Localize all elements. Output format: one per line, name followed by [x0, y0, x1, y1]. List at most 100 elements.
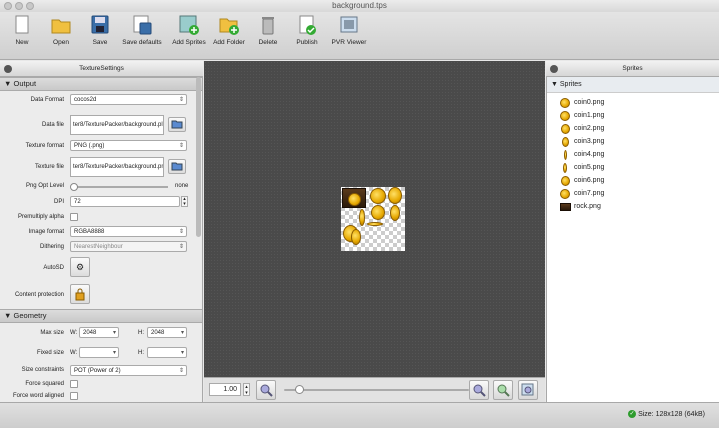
sprite-item[interactable]: coin4.png: [547, 148, 719, 161]
geometry-section-title: Geometry: [13, 311, 47, 320]
texture-settings-title: TextureSettings: [79, 65, 124, 72]
zoom-stepper[interactable]: ▴ ▾: [243, 383, 250, 396]
sprite-item[interactable]: coin5.png: [547, 161, 719, 174]
width-label: W:: [70, 330, 78, 336]
status-bar: ✓ Size: 128x128 (64kB): [0, 402, 719, 428]
open-folder-icon: [50, 15, 72, 35]
chevron-down-icon: ▾: [180, 330, 184, 336]
save-button[interactable]: Save: [85, 12, 115, 60]
disclosure-triangle-icon: ▼: [551, 81, 558, 88]
force-squared-checkbox[interactable]: [70, 380, 78, 388]
delete-label: Delete: [258, 39, 278, 46]
size-constraints-select[interactable]: POT (Power of 2) ⇕: [70, 365, 187, 376]
coin-icon: [560, 176, 570, 186]
panel-toggle-icon[interactable]: [550, 65, 558, 73]
max-width-value: 2048: [83, 330, 97, 336]
png-opt-label: Png Opt Level: [25, 183, 64, 189]
data-file-row: Data file ter8/TexturePacker/background.…: [0, 113, 202, 137]
rock-icon: [560, 203, 571, 211]
geometry-section-header[interactable]: ▼ Geometry: [0, 309, 202, 323]
sprite-item[interactable]: coin0.png: [547, 96, 719, 109]
image-format-select[interactable]: RGBA8888 ⇕: [70, 226, 187, 237]
texture-file-browse-button[interactable]: [168, 159, 186, 174]
content-protection-button[interactable]: [70, 284, 90, 304]
sprite-name: coin6.png: [574, 177, 605, 184]
delete-button[interactable]: Delete: [254, 12, 282, 60]
coin-icon: [561, 137, 569, 147]
sprite-list: coin0.png coin1.png coin2.png coin3.png coin…: [547, 93, 719, 213]
zoom-actual-icon: [521, 383, 534, 396]
trash-icon: [257, 15, 279, 35]
data-file-browse-button[interactable]: [168, 117, 186, 132]
sprite-item[interactable]: coin3.png: [547, 135, 719, 148]
add-folder-icon: [218, 15, 240, 35]
sprite-item[interactable]: coin2.png: [547, 122, 719, 135]
fixed-width-field[interactable]: ▾: [79, 347, 119, 358]
zoom-out-button[interactable]: [256, 380, 276, 400]
texture-file-field[interactable]: ter8/TexturePacker/background.png: [70, 157, 164, 177]
preview-canvas[interactable]: [204, 61, 545, 377]
png-opt-slider[interactable]: [70, 183, 168, 191]
force-word-aligned-row: Force word aligned: [0, 390, 202, 402]
data-file-field[interactable]: ter8/TexturePacker/background.plist: [70, 115, 164, 135]
data-format-select[interactable]: cocos2d ⇕: [70, 94, 187, 105]
force-word-aligned-checkbox[interactable]: [70, 392, 78, 400]
size-constraints-row: Size constraints POT (Power of 2) ⇕: [0, 363, 202, 378]
save-defaults-button[interactable]: Save defaults: [121, 12, 163, 60]
output-section-title: Output: [13, 79, 37, 88]
new-button[interactable]: New: [8, 12, 36, 60]
zoom-actual-button[interactable]: [518, 380, 538, 400]
coin-icon: [563, 163, 567, 173]
open-button[interactable]: Open: [46, 12, 76, 60]
dpi-value: 72: [74, 199, 81, 205]
max-height-field[interactable]: 2048 ▾: [147, 327, 187, 338]
coin-icon: [560, 111, 570, 121]
force-word-aligned-label: Force word aligned: [12, 393, 64, 399]
zoom-out-icon: [260, 384, 273, 397]
dpi-stepper[interactable]: ▴ ▾: [181, 196, 188, 207]
sprite-name: rock.png: [574, 203, 601, 210]
publish-button[interactable]: Publish: [293, 12, 321, 60]
premultiply-checkbox[interactable]: [70, 213, 78, 221]
dpi-field[interactable]: 72: [70, 196, 180, 207]
zoom-field[interactable]: 1.00: [209, 383, 241, 396]
pvr-viewer-button[interactable]: PVR Viewer: [330, 12, 368, 60]
sprites-root[interactable]: ▼ Sprites: [547, 77, 719, 93]
minimize-window-icon[interactable]: [15, 2, 23, 10]
add-folder-button[interactable]: Add Folder: [212, 12, 246, 60]
png-opt-value: none: [175, 183, 189, 189]
sprite-item[interactable]: coin6.png: [547, 174, 719, 187]
chevron-down-icon: ▾: [112, 350, 116, 356]
close-window-icon[interactable]: [4, 2, 12, 10]
zoom-in-button[interactable]: [469, 380, 489, 400]
chevron-updown-icon: ⇕: [178, 143, 184, 149]
autosd-button[interactable]: ⚙: [70, 257, 90, 277]
fixed-height-field[interactable]: ▾: [147, 347, 187, 358]
texture-format-select[interactable]: PNG (.png) ⇕: [70, 140, 187, 151]
zoom-window-icon[interactable]: [26, 2, 34, 10]
add-sprites-icon: [178, 15, 200, 35]
content-protection-row: Content protection: [0, 283, 202, 309]
dithering-value: NearestNeighbour: [74, 244, 123, 250]
max-width-field[interactable]: 2048 ▾: [79, 327, 119, 338]
add-sprites-label: Add Sprites: [172, 39, 206, 46]
coin-sprite: [371, 205, 385, 220]
zoom-slider[interactable]: [284, 385, 469, 394]
zoom-fit-icon: [497, 384, 510, 397]
texture-format-value: PNG (.png): [74, 143, 105, 149]
dithering-select[interactable]: NearestNeighbour ⇕: [70, 241, 187, 252]
zoom-in-icon: [473, 384, 486, 397]
sprite-item[interactable]: rock.png: [547, 200, 719, 213]
chevron-updown-icon: ⇕: [178, 244, 184, 250]
panel-toggle-icon[interactable]: [4, 65, 12, 73]
zoom-fit-button[interactable]: [493, 380, 513, 400]
zoom-slider-knob[interactable]: [294, 385, 304, 394]
png-opt-knob[interactable]: [70, 183, 78, 191]
coin-sprite: [351, 229, 361, 245]
sprite-item[interactable]: coin7.png: [547, 187, 719, 200]
size-constraints-label: Size constraints: [21, 367, 64, 373]
status-text: Size: 128x128 (64kB): [638, 411, 705, 418]
add-sprites-button[interactable]: Add Sprites: [171, 12, 207, 60]
output-section-header[interactable]: ▼ Output: [0, 77, 202, 91]
sprite-item[interactable]: coin1.png: [547, 109, 719, 122]
